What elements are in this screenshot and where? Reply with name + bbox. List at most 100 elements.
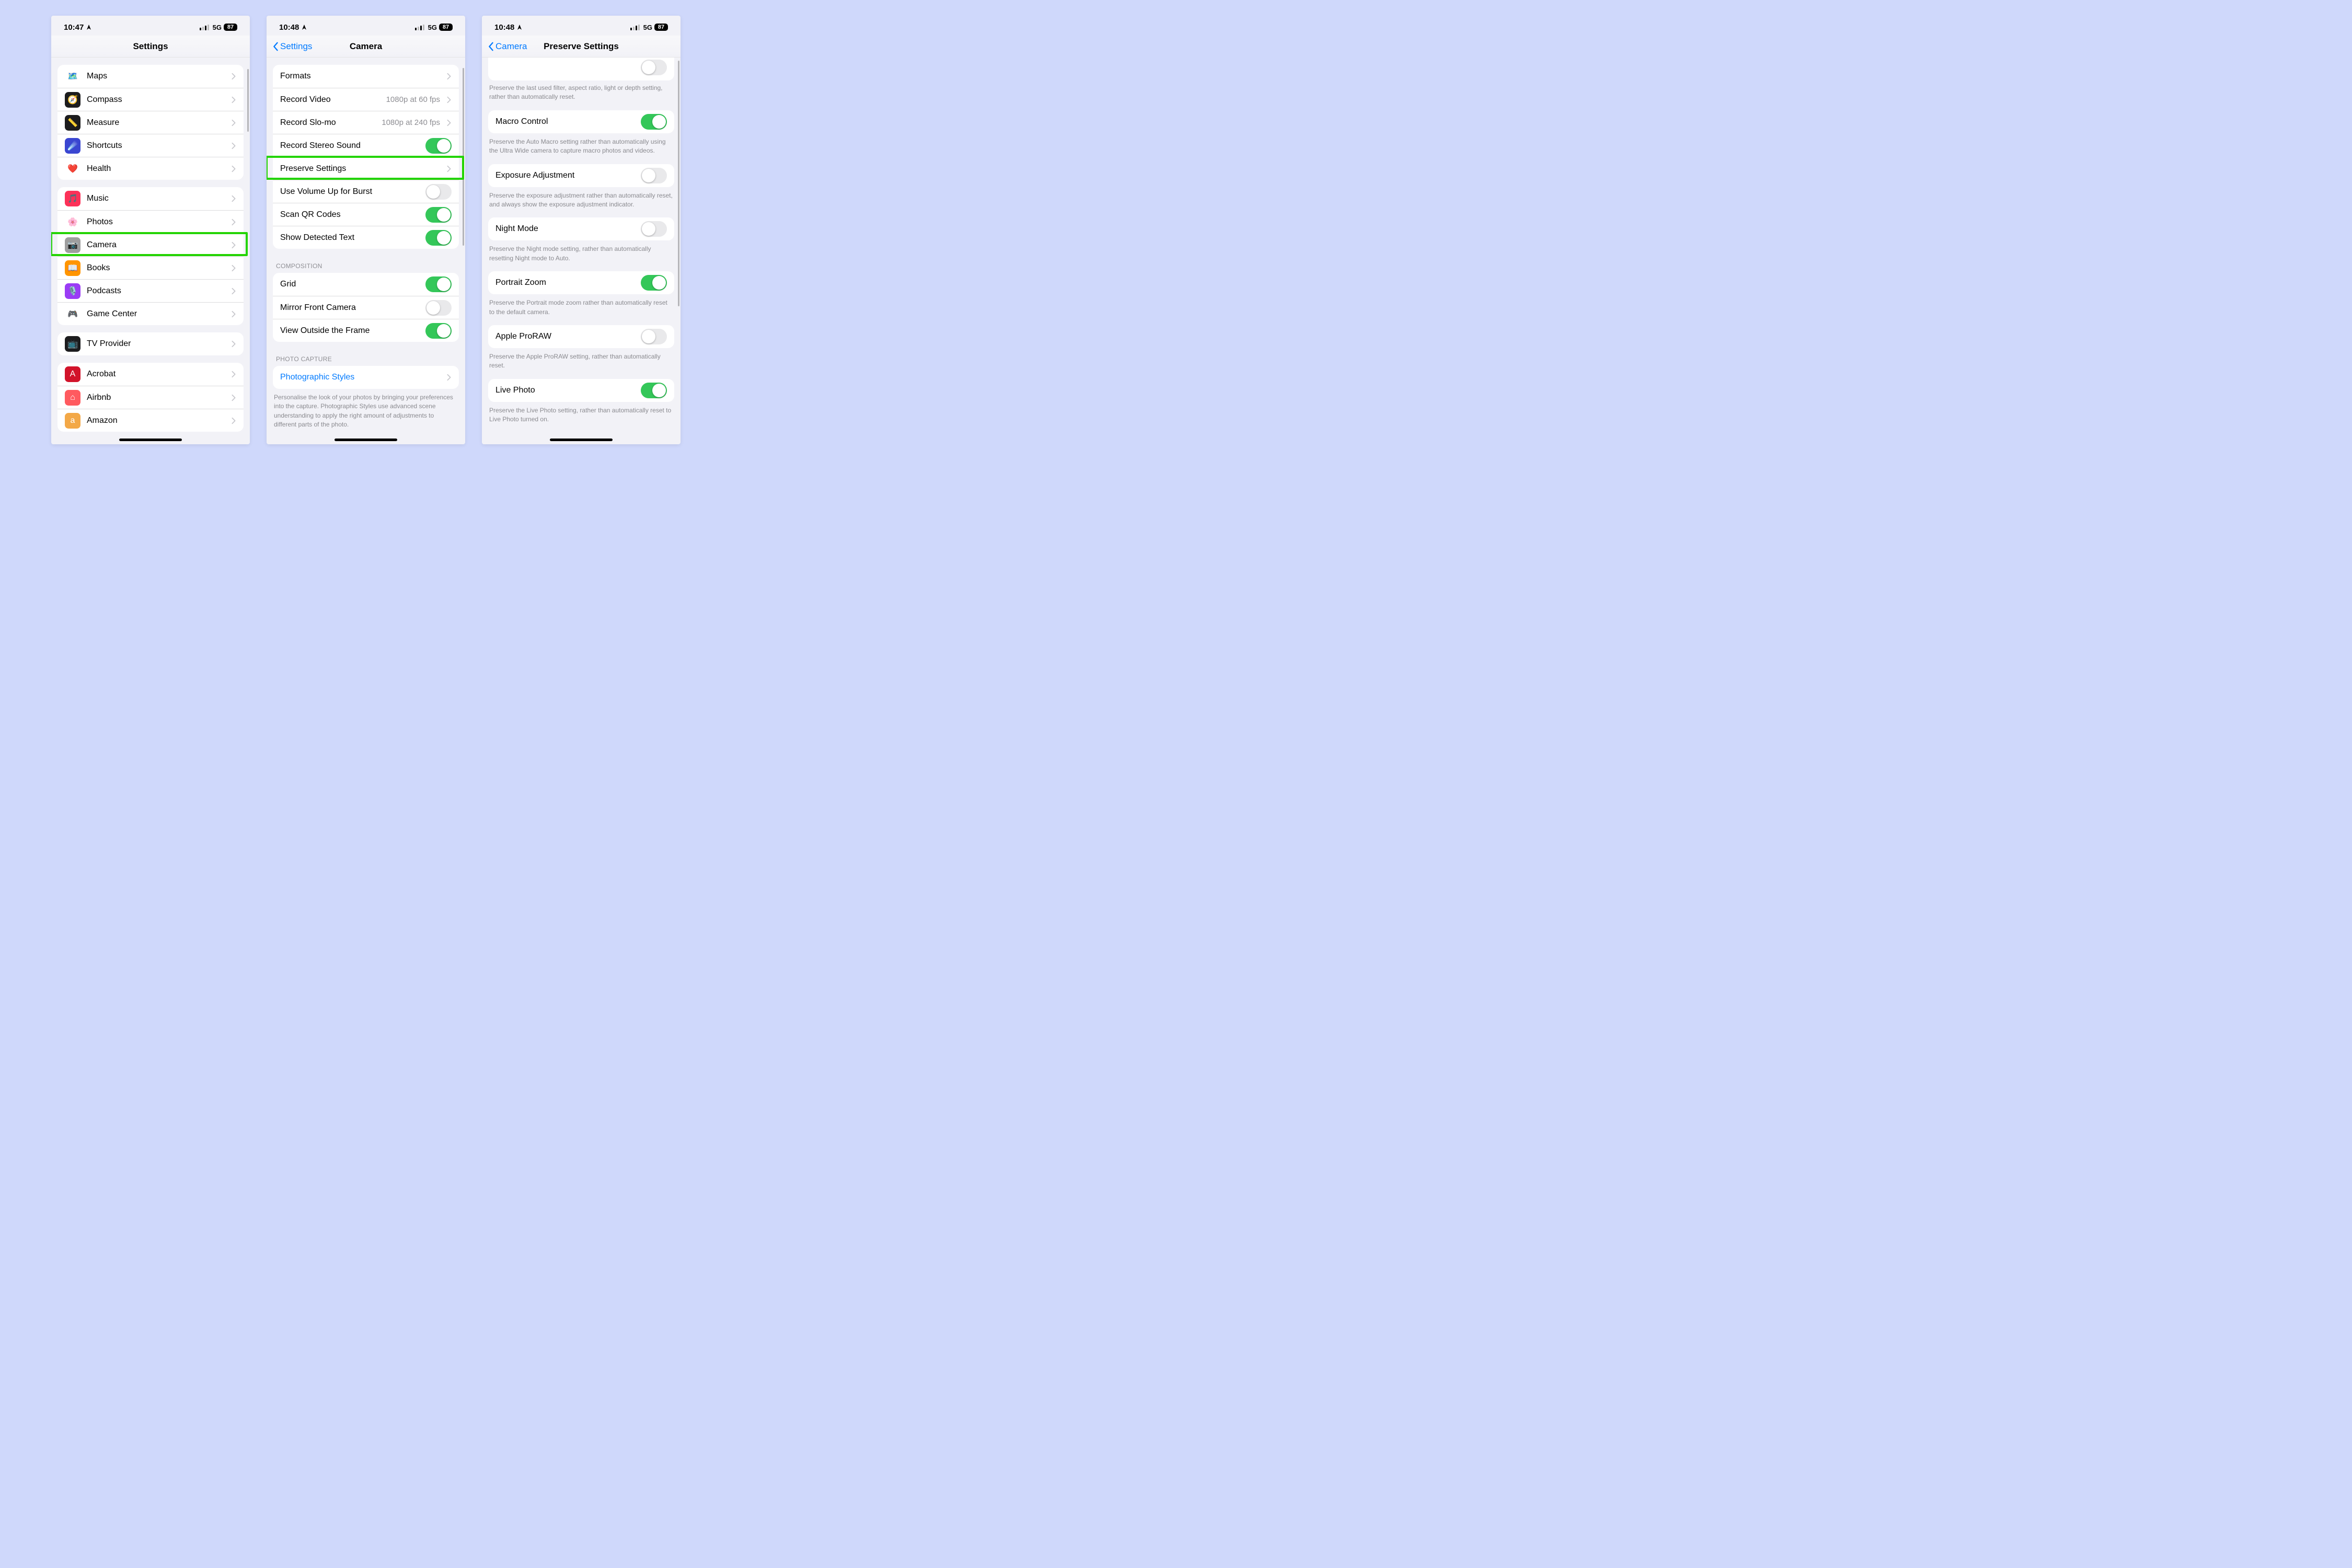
- row-label: Macro Control: [495, 117, 635, 126]
- settings-row-compass[interactable]: 🧭 Compass: [57, 88, 244, 111]
- settings-row-podcasts[interactable]: 🎙️ Podcasts: [57, 279, 244, 302]
- settings-row-camera[interactable]: 📷 Camera: [57, 233, 244, 256]
- settings-row-maps[interactable]: 🗺️ Maps: [57, 65, 244, 88]
- tv-provider-icon: 📺: [65, 336, 80, 352]
- camera-icon: 📷: [65, 237, 80, 253]
- toggle-mirror-front-camera[interactable]: [425, 300, 452, 316]
- toggle-use-volume-up-for-burst[interactable]: [425, 184, 452, 200]
- section-header-photo-capture: Photo Capture: [276, 355, 465, 363]
- section-footer-photo-capture: Personalise the look of your photos by b…: [274, 393, 458, 430]
- settings-row-tv-provider[interactable]: 📺 TV Provider: [57, 332, 244, 355]
- settings-row-books[interactable]: 📖 Books: [57, 256, 244, 279]
- chevron-right-icon: [446, 119, 452, 126]
- status-network: 5G: [428, 24, 437, 31]
- signal-icon: [630, 24, 640, 30]
- chevron-right-icon: [231, 340, 236, 348]
- scroll-indicator: [678, 61, 679, 306]
- row-record-video[interactable]: Record Video 1080p at 60 fps: [273, 88, 459, 111]
- row-label: Show Detected Text: [280, 233, 419, 243]
- chevron-left-icon: [487, 42, 494, 51]
- scroll-indicator: [247, 69, 249, 132]
- toggle-record-stereo-sound[interactable]: [425, 138, 452, 154]
- game-center-icon: 🎮: [65, 306, 80, 322]
- row-label: View Outside the Frame: [280, 326, 419, 336]
- measure-icon: 📏: [65, 115, 80, 131]
- chevron-right-icon: [231, 394, 236, 401]
- status-time: 10:47: [64, 23, 84, 32]
- row-label: Podcasts: [87, 286, 225, 296]
- row-label: Apple ProRAW: [495, 332, 635, 341]
- toggle-macro-control[interactable]: [641, 114, 667, 130]
- amazon-icon: a: [65, 413, 80, 429]
- phone-camera: 10:48 5G 87 Settings Camera Formats Reco…: [267, 16, 465, 444]
- row-exposure-adjustment[interactable]: Exposure Adjustment: [488, 164, 674, 187]
- row-label: Record Video: [280, 95, 380, 105]
- chevron-right-icon: [231, 165, 236, 172]
- page-title: Camera: [350, 41, 382, 52]
- settings-row-airbnb[interactable]: ⌂ Airbnb: [57, 386, 244, 409]
- photos-icon: 🌸: [65, 214, 80, 230]
- settings-row-shortcuts[interactable]: ☄️ Shortcuts: [57, 134, 244, 157]
- shortcuts-icon: ☄️: [65, 138, 80, 154]
- row-grid[interactable]: Grid: [273, 273, 459, 296]
- row-show-detected-text[interactable]: Show Detected Text: [273, 226, 459, 249]
- settings-row-health[interactable]: ❤️ Health: [57, 157, 244, 180]
- row-label: Airbnb: [87, 393, 225, 402]
- toggle-live-photo[interactable]: [641, 383, 667, 398]
- toggle-creative-controls[interactable]: [641, 60, 667, 75]
- settings-row-amazon[interactable]: a Amazon: [57, 409, 244, 432]
- row-formats[interactable]: Formats: [273, 65, 459, 88]
- toggle-grid[interactable]: [425, 276, 452, 292]
- row-record-slo-mo[interactable]: Record Slo-mo 1080p at 240 fps: [273, 111, 459, 134]
- compass-icon: 🧭: [65, 92, 80, 108]
- row-label: Shortcuts: [87, 141, 225, 151]
- row-scan-qr-codes[interactable]: Scan QR Codes: [273, 203, 459, 226]
- row-label: Measure: [87, 118, 225, 128]
- row-view-outside-the-frame[interactable]: View Outside the Frame: [273, 319, 459, 342]
- row-label: Health: [87, 164, 225, 174]
- settings-row-acrobat[interactable]: A Acrobat: [57, 363, 244, 386]
- row-label: Preserve Settings: [280, 164, 440, 174]
- back-label: Camera: [495, 41, 527, 52]
- scroll-indicator: [463, 68, 464, 246]
- row-portrait-zoom[interactable]: Portrait Zoom: [488, 271, 674, 294]
- row-label: Music: [87, 194, 225, 203]
- status-battery: 87: [439, 24, 453, 31]
- location-icon: [86, 24, 92, 30]
- toggle-scan-qr-codes[interactable]: [425, 207, 452, 223]
- row-record-stereo-sound[interactable]: Record Stereo Sound: [273, 134, 459, 157]
- row-detail: 1080p at 60 fps: [386, 95, 440, 104]
- toggle-view-outside-the-frame[interactable]: [425, 323, 452, 339]
- back-button[interactable]: Camera: [487, 36, 527, 57]
- chevron-right-icon: [446, 165, 452, 172]
- settings-row-music[interactable]: 🎵 Music: [57, 187, 244, 210]
- row-label: Acrobat: [87, 370, 225, 379]
- row-label: Amazon: [87, 416, 225, 425]
- row-label: Formats: [280, 72, 440, 81]
- status-network: 5G: [213, 24, 222, 31]
- chevron-right-icon: [231, 142, 236, 149]
- row-preserve-settings[interactable]: Preserve Settings: [273, 157, 459, 180]
- chevron-right-icon: [446, 73, 452, 80]
- row-night-mode[interactable]: Night Mode: [488, 217, 674, 240]
- status-network: 5G: [643, 24, 652, 31]
- row-mirror-front-camera[interactable]: Mirror Front Camera: [273, 296, 459, 319]
- row-photographic-styles[interactable]: Photographic Styles: [273, 366, 459, 389]
- row-use-volume-up-for-burst[interactable]: Use Volume Up for Burst: [273, 180, 459, 203]
- row-apple-proraw[interactable]: Apple ProRAW: [488, 325, 674, 348]
- footer-portrait-zoom: Preserve the Portrait mode zoom rather t…: [489, 298, 673, 317]
- settings-row-game-center[interactable]: 🎮 Game Center: [57, 302, 244, 325]
- signal-icon: [200, 24, 209, 30]
- row-macro-control[interactable]: Macro Control: [488, 110, 674, 133]
- settings-row-photos[interactable]: 🌸 Photos: [57, 210, 244, 233]
- toggle-show-detected-text[interactable]: [425, 230, 452, 246]
- back-button[interactable]: Settings: [272, 36, 312, 57]
- toggle-night-mode[interactable]: [641, 221, 667, 237]
- settings-row-measure[interactable]: 📏 Measure: [57, 111, 244, 134]
- chevron-right-icon: [446, 374, 452, 381]
- toggle-portrait-zoom[interactable]: [641, 275, 667, 291]
- row-live-photo[interactable]: Live Photo: [488, 379, 674, 402]
- status-bar: 10:48 5G 87: [267, 16, 465, 36]
- toggle-exposure-adjustment[interactable]: [641, 168, 667, 183]
- toggle-apple-proraw[interactable]: [641, 329, 667, 344]
